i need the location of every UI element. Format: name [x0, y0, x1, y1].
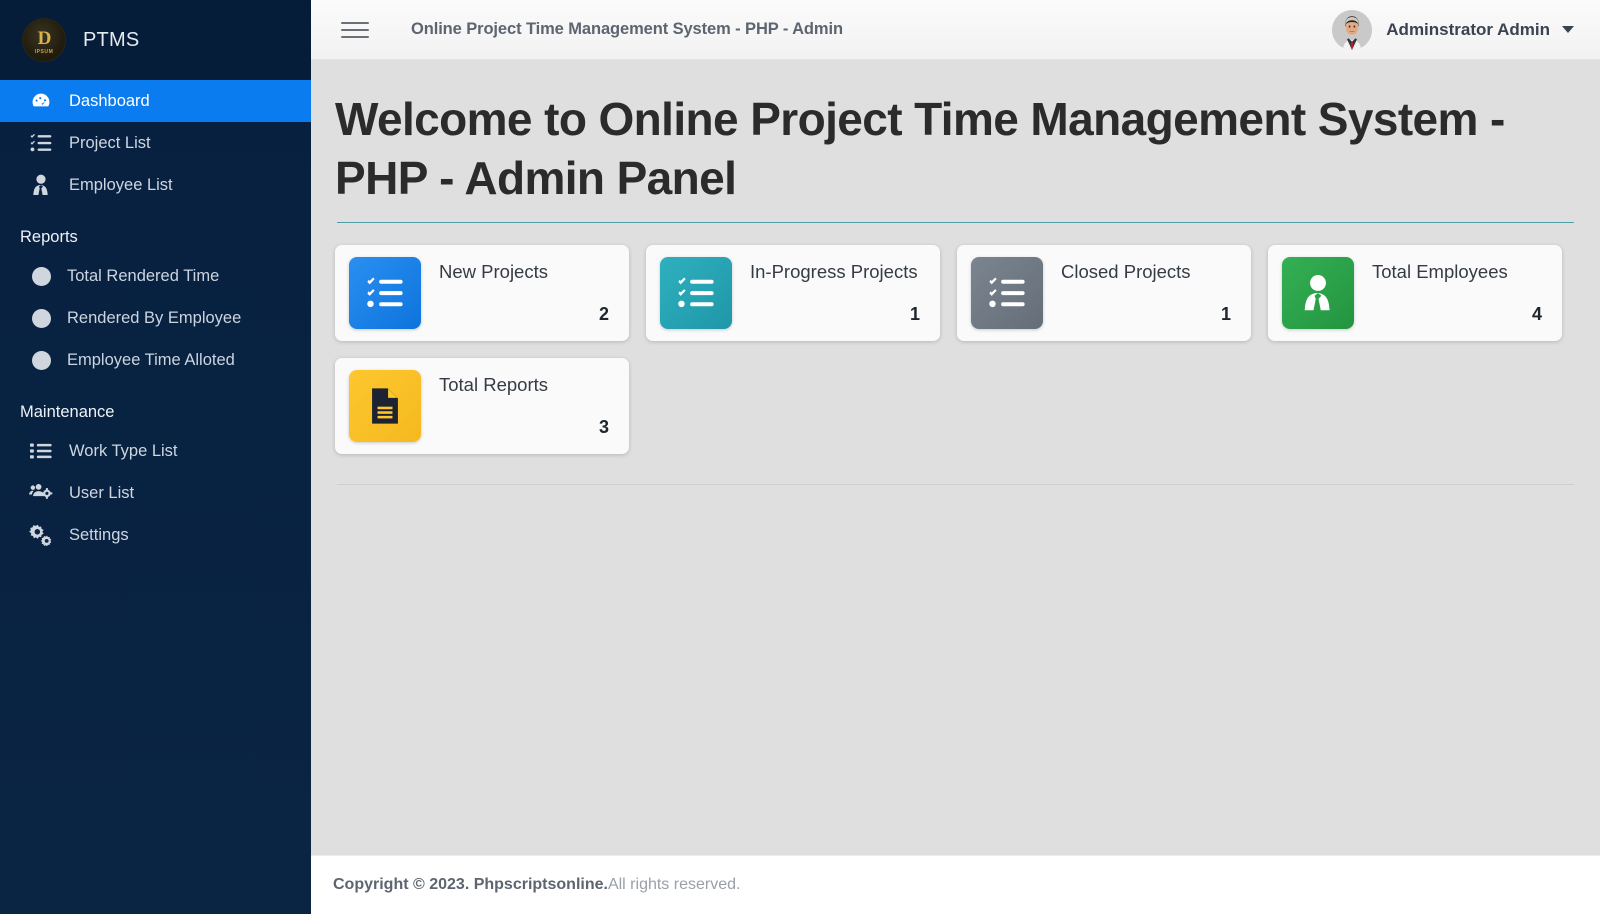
caret-down-icon[interactable]	[1562, 26, 1574, 33]
list-ul-icon	[28, 442, 54, 460]
main-area: Online Project Time Management System - …	[311, 0, 1600, 914]
sidebar-item-label: Dashboard	[69, 91, 150, 110]
brand-logo-subtext: IPSUM	[34, 48, 54, 55]
sidebar: D IPSUM PTMS Dashboard Project List Empl…	[0, 0, 311, 914]
sidebar-nav: Dashboard Project List Employee List Rep…	[0, 80, 311, 556]
card-label: Total Employees	[1372, 260, 1508, 282]
footer-rights: All rights reserved.	[607, 876, 741, 893]
avatar	[1332, 9, 1373, 50]
page-title: Welcome to Online Project Time Managemen…	[335, 93, 1505, 204]
sidebar-item-label: Settings	[69, 525, 129, 544]
stat-card-in-progress-projects[interactable]: In-Progress Projects 1	[646, 244, 940, 341]
card-value: 2	[598, 303, 609, 324]
circle-bullet-icon	[32, 266, 51, 286]
card-label: Closed Projects	[1061, 260, 1191, 282]
content-area: Welcome to Online Project Time Managemen…	[311, 60, 1600, 855]
sidebar-main-list: Dashboard Project List Employee List	[0, 80, 311, 206]
gears-icon	[28, 524, 54, 546]
stat-card-total-reports[interactable]: Total Reports 3	[335, 357, 629, 454]
stat-cards: New Projects 2 In-Progress Projects 1 Cl…	[333, 244, 1578, 454]
stat-card-new-projects[interactable]: New Projects 2	[335, 244, 629, 341]
card-value: 4	[1531, 303, 1542, 324]
sidebar-item-label: Project List	[69, 133, 151, 152]
hamburger-icon[interactable]	[341, 16, 369, 44]
card-label: In-Progress Projects	[750, 260, 918, 282]
app-root: D IPSUM PTMS Dashboard Project List Empl…	[0, 0, 1600, 914]
card-icon-wrapper	[971, 256, 1043, 329]
card-label: Total Reports	[439, 373, 548, 395]
sidebar-item-project-list[interactable]: Project List	[0, 122, 311, 164]
sidebar-item-total-rendered-time[interactable]: Total Rendered Time	[0, 255, 311, 297]
card-body: In-Progress Projects 1	[732, 257, 926, 329]
sidebar-item-work-type-list[interactable]: Work Type List	[0, 430, 311, 472]
sidebar-item-label: User List	[69, 483, 135, 502]
card-icon-wrapper	[1282, 256, 1354, 329]
card-icon-wrapper	[349, 256, 421, 329]
card-value: 1	[909, 303, 920, 324]
card-value: 3	[598, 416, 609, 437]
user-name: Adminstrator Admin	[1386, 19, 1550, 39]
checklist-icon	[28, 133, 54, 153]
sidebar-item-employee-time-alloted[interactable]: Employee Time Alloted	[0, 339, 311, 381]
circle-bullet-icon	[32, 308, 51, 328]
card-icon-wrapper	[349, 369, 421, 442]
checklist-icon	[367, 277, 403, 307]
card-value: 1	[1220, 303, 1231, 324]
stat-card-total-employees[interactable]: Total Employees 4	[1268, 244, 1562, 341]
sidebar-item-settings[interactable]: Settings	[0, 514, 311, 556]
topbar-title: Online Project Time Management System - …	[411, 20, 843, 38]
sidebar-item-employee-list[interactable]: Employee List	[0, 164, 311, 206]
sidebar-item-rendered-by-employee[interactable]: Rendered By Employee	[0, 297, 311, 339]
circle-bullet-icon	[32, 350, 51, 370]
user-tie-icon	[28, 174, 54, 196]
user-menu[interactable]: Adminstrator Admin	[1332, 9, 1574, 50]
sidebar-item-dashboard[interactable]: Dashboard	[0, 80, 311, 122]
brand-logo-monogram: D	[37, 27, 52, 49]
brand-name: PTMS	[83, 28, 140, 51]
card-label: New Projects	[439, 260, 548, 282]
sidebar-item-label: Work Type List	[69, 441, 178, 460]
sidebar-heading-reports: Reports	[20, 228, 78, 246]
sidebar-item-label: Employee Time Alloted	[67, 350, 235, 369]
card-body: Closed Projects 1	[1043, 257, 1237, 329]
sidebar-item-label: Employee List	[69, 175, 173, 194]
sidebar-item-label: Rendered By Employee	[67, 308, 242, 327]
footer-copyright: Copyright © 2023. Phpscriptsonline.	[333, 876, 608, 893]
card-body: Total Employees 4	[1354, 257, 1548, 329]
brand-header[interactable]: D IPSUM PTMS	[0, 0, 311, 80]
card-icon-wrapper	[660, 256, 732, 329]
stat-card-closed-projects[interactable]: Closed Projects 1	[957, 244, 1251, 341]
brand-logo-icon: D IPSUM	[22, 18, 66, 62]
sidebar-heading-maintenance: Maintenance	[20, 403, 115, 421]
sidebar-reports-list: Total Rendered Time Rendered By Employee…	[0, 255, 311, 381]
card-body: Total Reports 3	[421, 370, 615, 442]
sidebar-maintenance-list: Work Type List User List Settings	[0, 430, 311, 556]
checklist-icon	[989, 277, 1025, 307]
sidebar-item-label: Total Rendered Time	[67, 266, 220, 285]
document-report-icon	[372, 388, 398, 424]
checklist-icon	[678, 277, 714, 307]
card-body: New Projects 2	[421, 257, 615, 329]
sidebar-item-user-list[interactable]: User List	[0, 472, 311, 514]
footer: Copyright © 2023. Phpscriptsonline. All …	[311, 855, 1600, 914]
topbar: Online Project Time Management System - …	[311, 0, 1600, 60]
content-divider	[337, 483, 1574, 485]
users-cog-icon	[28, 483, 54, 503]
title-divider	[337, 221, 1574, 223]
user-tie-icon	[1304, 274, 1330, 311]
dashboard-gauge-icon	[28, 90, 54, 112]
